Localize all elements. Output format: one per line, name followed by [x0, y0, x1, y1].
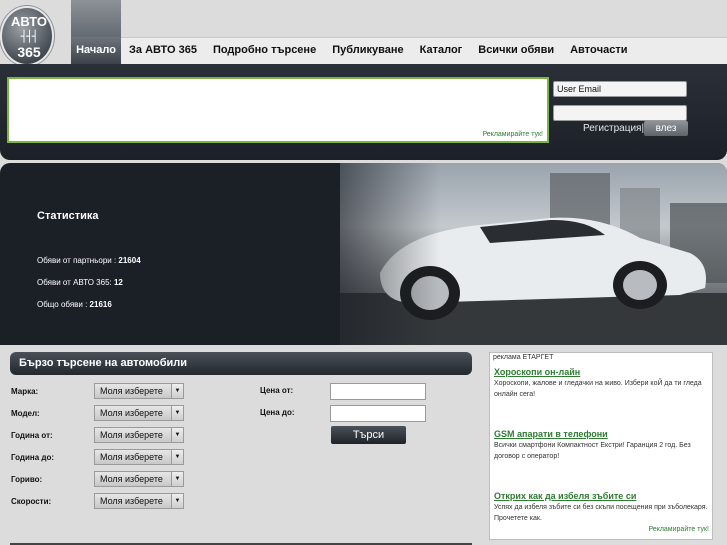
banner-ad-link[interactable]: Рекламирайте тук! — [482, 131, 543, 138]
stat-own: Обяви от АВТО 365: 12 — [37, 278, 123, 287]
login-button[interactable]: влез — [644, 121, 688, 136]
select-make[interactable]: Моля изберете ▼ — [94, 383, 184, 399]
label-model: Модел: — [11, 409, 40, 418]
main-nav: Начало За АВТО 365 Подробно търсене Публ… — [71, 37, 636, 64]
chevron-down-icon: ▼ — [171, 428, 183, 442]
stat-partners-value: 21604 — [118, 256, 141, 265]
stat-own-value: 12 — [113, 278, 123, 287]
label-price-to: Цена до: — [260, 408, 295, 417]
nav-item-advanced-search[interactable]: Подробно търсене — [205, 37, 324, 64]
stat-total-label: Общо обяви : — [37, 300, 90, 309]
logo-text-top: АВТО — [10, 14, 47, 29]
hero-fade — [280, 163, 440, 345]
nav-active-tab-top — [71, 0, 121, 37]
nav-item-catalog[interactable]: Каталог — [412, 37, 471, 64]
stat-partners: Обяви от партньори : 21604 — [37, 256, 141, 265]
register-link[interactable]: Регистрация| — [583, 123, 644, 134]
stat-total: Общо обяви : 21616 — [37, 300, 112, 309]
label-gearbox: Скорости: — [11, 497, 52, 506]
price-from-input[interactable] — [330, 383, 426, 400]
ads-panel: реклама ЕТАРГЕТ Хороскопи он-лайн Хороск… — [489, 352, 713, 540]
ads-header: реклама ЕТАРГЕТ — [493, 354, 554, 361]
label-year-to: Година до: — [11, 453, 55, 462]
nav-item-parts[interactable]: Автoчасти — [562, 37, 635, 64]
select-year-to[interactable]: Моля изберете ▼ — [94, 449, 184, 465]
ad-title-3[interactable]: Открих как да избеля зъбите си — [494, 491, 636, 501]
label-year-from: Година от: — [11, 431, 53, 440]
header-panel: Рекламирайте тук! User Email Регистрация… — [0, 64, 727, 160]
label-price-from: Цена от: — [260, 386, 294, 395]
stat-partners-label: Обяви от партньори : — [37, 256, 119, 265]
ad-title-1[interactable]: Хороскопи он-лайн — [494, 367, 580, 377]
nav-item-publish[interactable]: Публикуване — [324, 37, 411, 64]
chevron-down-icon: ▼ — [171, 450, 183, 464]
ad-text-2: Всички смартфони Компактност Екстри! Гар… — [494, 442, 691, 460]
chevron-down-icon: ▼ — [171, 406, 183, 420]
logo-text-middle: ┤┤┤ — [20, 30, 39, 43]
select-fuel[interactable]: Моля изберете ▼ — [94, 471, 184, 487]
site-logo[interactable]: АВТО ┤┤┤ 365 — [0, 6, 54, 66]
chevron-down-icon: ▼ — [171, 384, 183, 398]
chevron-down-icon: ▼ — [171, 472, 183, 486]
stats-title: Статистика — [37, 210, 99, 222]
label-fuel: Гориво: — [11, 475, 43, 484]
select-year-from-value: Моля изберете — [100, 430, 163, 440]
select-fuel-value: Моля изберете — [100, 474, 163, 484]
password-field[interactable] — [553, 105, 687, 121]
price-to-input[interactable] — [330, 405, 426, 422]
hero-banner: Статистика Обяви от партньори : 21604 Об… — [0, 163, 727, 345]
select-model[interactable]: Моля изберете ▼ — [94, 405, 184, 421]
label-make: Марка: — [11, 387, 39, 396]
select-year-to-value: Моля изберете — [100, 452, 163, 462]
ad-text-1: Хороскопи, жалове и гледачки на живо. Из… — [494, 380, 702, 398]
ads-footer-link[interactable]: Рекламирайте тук! — [648, 526, 709, 533]
banner-ad-box[interactable]: Рекламирайте тук! — [7, 77, 549, 143]
search-button[interactable]: Търси — [331, 426, 406, 444]
email-field[interactable]: User Email — [553, 81, 687, 97]
ad-title-2[interactable]: GSM апарати в телефони — [494, 429, 608, 439]
stat-own-label: Обяви от АВТО 365: — [37, 278, 114, 287]
select-gearbox-value: Моля изберете — [100, 496, 163, 506]
logo-text-bottom: 365 — [17, 44, 41, 60]
nav-item-about[interactable]: За АВТО 365 — [121, 37, 205, 64]
quick-search-title: Бързо търсене на автомобили — [10, 352, 472, 375]
select-make-value: Моля изберете — [100, 386, 163, 396]
chevron-down-icon: ▼ — [171, 494, 183, 508]
stat-total-value: 21616 — [89, 300, 112, 309]
select-gearbox[interactable]: Моля изберете ▼ — [94, 493, 184, 509]
nav-item-all-listings[interactable]: Всички обяви — [470, 37, 562, 64]
select-year-from[interactable]: Моля изберете ▼ — [94, 427, 184, 443]
ad-text-3: Успях да избеля зъбите си без скъпи посе… — [494, 504, 708, 522]
nav-item-home[interactable]: Начало — [71, 37, 121, 64]
select-model-value: Моля изберете — [100, 408, 163, 418]
